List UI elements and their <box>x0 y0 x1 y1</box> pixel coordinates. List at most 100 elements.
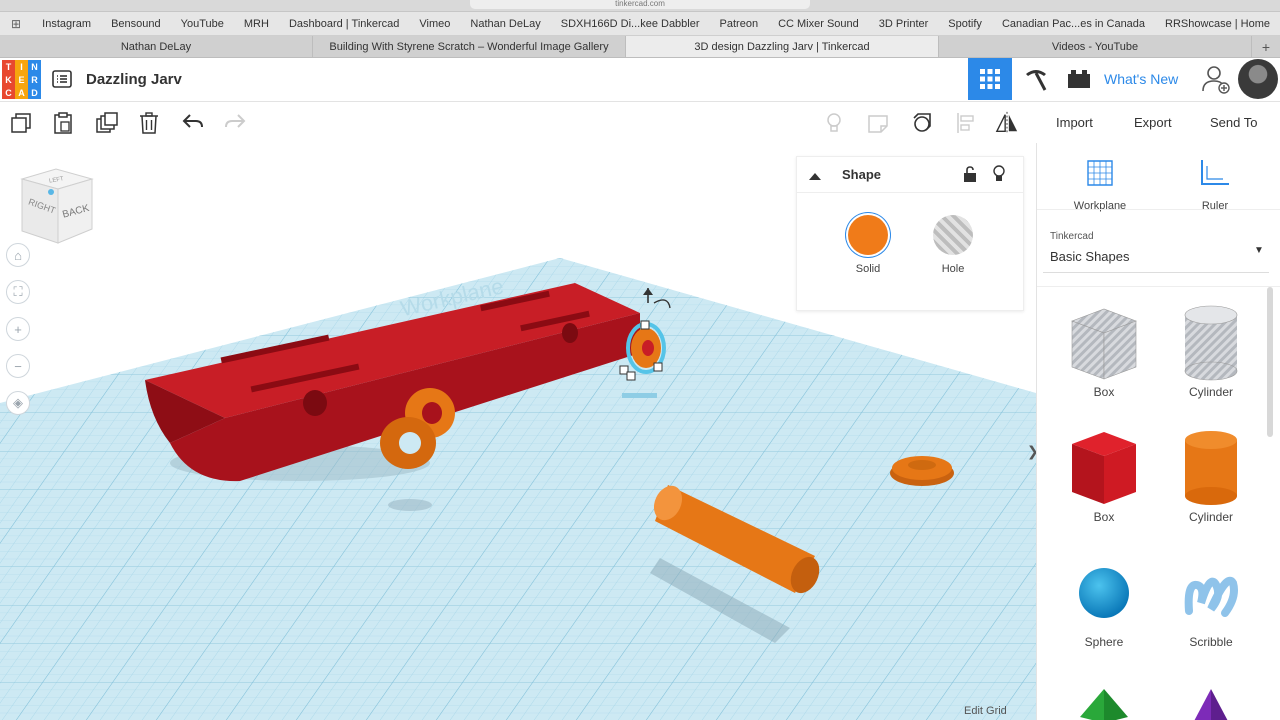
workplane-view-icon[interactable] <box>910 111 934 135</box>
note-icon[interactable] <box>866 111 890 135</box>
design-list-icon[interactable] <box>52 69 72 89</box>
bookmark-dashboard[interactable]: Dashboard | Tinkercad <box>279 18 409 30</box>
bookmark-cc-mixer[interactable]: CC Mixer Sound <box>768 18 869 30</box>
fit-view-icon[interactable]: ⛶ <box>6 280 30 304</box>
grid-icon <box>980 69 1000 89</box>
bookmark-rrshowcase[interactable]: RRShowcase | Home <box>1155 18 1280 30</box>
orange-cylinder-icon <box>1166 428 1256 508</box>
import-button[interactable]: Import <box>1056 115 1093 130</box>
solid-color-swatch[interactable] <box>848 215 888 255</box>
zoom-out-icon[interactable]: − <box>6 354 30 378</box>
align-icon[interactable] <box>954 111 978 135</box>
tab-tinkercad[interactable]: 3D design Dazzling Jarv | Tinkercad <box>626 36 939 57</box>
shape-library-dropdown[interactable]: Tinkercad Basic Shapes ▼ <box>1043 223 1269 273</box>
logo-tile: R <box>28 73 41 86</box>
zoom-in-icon[interactable]: + <box>6 317 30 341</box>
shape-box-hole[interactable]: Box <box>1059 303 1149 399</box>
logo-tile: K <box>2 73 15 86</box>
bookmark-patreon[interactable]: Patreon <box>710 18 769 30</box>
bookmark-mrh[interactable]: MRH <box>234 18 279 30</box>
shape-name: Box <box>1093 385 1115 399</box>
send-to-button[interactable]: Send To <box>1210 115 1257 130</box>
view-cube[interactable]: LEFT RIGHT BACK <box>18 165 96 245</box>
logo-tile: E <box>15 73 28 86</box>
hole-swatch[interactable] <box>933 215 973 255</box>
add-user-icon[interactable] <box>1194 58 1238 100</box>
shape-name: Cylinder <box>1188 385 1233 399</box>
shape-cylinder-hole[interactable]: Cylinder <box>1166 303 1256 399</box>
design-name[interactable]: Dazzling Jarv <box>86 71 182 88</box>
library-name: Basic Shapes <box>1050 249 1130 264</box>
bookmark-3d-printer[interactable]: 3D Printer <box>869 18 939 30</box>
export-button[interactable]: Export <box>1134 115 1172 130</box>
solid-label: Solid <box>855 263 881 275</box>
bookmark-instagram[interactable]: Instagram <box>32 18 101 30</box>
undo-icon[interactable] <box>181 111 205 135</box>
shape-pyramid-purple[interactable] <box>1166 683 1256 720</box>
box-hole-icon <box>1059 303 1149 383</box>
shape-cylinder-solid[interactable]: Cylinder <box>1166 428 1256 524</box>
bookmark-canadian-pac[interactable]: Canadian Pac...es in Canada <box>992 18 1155 30</box>
shape-sphere[interactable]: Sphere <box>1059 553 1149 649</box>
mirror-icon[interactable] <box>995 111 1019 135</box>
collapse-up-icon[interactable] <box>808 168 822 186</box>
workplane-tool[interactable]: Workplane <box>1060 157 1140 212</box>
bookmark-sdxh[interactable]: SDXH166D Di...kee Dabbler <box>551 18 710 30</box>
new-tab-button[interactable]: + <box>1252 36 1280 57</box>
perspective-icon[interactable]: ◈ <box>6 391 30 415</box>
visibility-bulb-icon[interactable] <box>992 165 1006 188</box>
bricks-icon[interactable] <box>1057 58 1101 100</box>
inspector-header: Shape <box>797 157 1023 193</box>
tab-styrene-gallery[interactable]: Building With Styrene Scratch – Wonderfu… <box>313 36 626 57</box>
panel-scrollbar[interactable] <box>1267 287 1273 437</box>
home-view-icon[interactable]: ⌂ <box>6 243 30 267</box>
ruler-label: Ruler <box>1201 200 1229 212</box>
shape-name: Scribble <box>1189 635 1233 649</box>
copy-icon[interactable] <box>9 111 33 135</box>
orange-disc-shape <box>890 456 954 486</box>
scribble-icon <box>1166 553 1256 633</box>
tab-youtube-videos[interactable]: Videos - YouTube <box>939 36 1252 57</box>
shape-inspector: Shape Solid Hole <box>796 156 1024 311</box>
ruler-tool[interactable]: Ruler <box>1175 157 1255 212</box>
tab-nathan-delay[interactable]: Nathan DeLay <box>0 36 313 57</box>
bookmark-bensound[interactable]: Bensound <box>101 18 171 30</box>
tinkercad-logo[interactable]: TINKERCAD <box>2 60 41 99</box>
shape-name: Sphere <box>1084 635 1124 649</box>
delete-icon[interactable] <box>137 111 161 135</box>
url-bar[interactable]: tinkercad.com <box>470 0 810 9</box>
hole-option[interactable]: Hole <box>923 215 983 275</box>
bookmark-nathan-delay[interactable]: Nathan DeLay <box>460 18 550 30</box>
apps-grid-icon[interactable]: ⊞ <box>0 17 32 31</box>
pickaxe-icon[interactable] <box>1014 58 1058 100</box>
redo-icon[interactable] <box>223 111 247 135</box>
hole-label: Hole <box>941 263 965 275</box>
bookmark-vimeo[interactable]: Vimeo <box>409 18 460 30</box>
shape-scribble[interactable]: Scribble <box>1166 553 1256 649</box>
bookmarks-bar: ⊞ Instagram Bensound YouTube MRH Dashboa… <box>0 12 1280 36</box>
logo-tile: T <box>2 60 15 73</box>
sphere-icon <box>1059 553 1149 633</box>
logo-tile: D <box>28 86 41 99</box>
lock-icon[interactable] <box>963 166 977 187</box>
shape-pyramid-green[interactable] <box>1059 683 1149 720</box>
bookmark-spotify[interactable]: Spotify <box>938 18 992 30</box>
duplicate-icon[interactable] <box>95 111 119 135</box>
logo-tile: C <box>2 86 15 99</box>
inspector-title: Shape <box>842 167 882 182</box>
lightbulb-icon[interactable] <box>822 111 846 135</box>
paste-icon[interactable] <box>51 111 75 135</box>
view-controls: ⌂ ⛶ + − ◈ <box>6 243 32 428</box>
whats-new-link[interactable]: What's New <box>1104 71 1178 87</box>
3d-view-button[interactable] <box>968 58 1012 100</box>
ruler-icon <box>1175 157 1255 189</box>
bookmark-youtube[interactable]: YouTube <box>171 18 234 30</box>
logo-tile: N <box>28 60 41 73</box>
library-source: Tinkercad <box>1050 231 1094 242</box>
solid-option[interactable]: Solid <box>838 215 898 275</box>
avatar[interactable] <box>1238 59 1278 99</box>
edit-grid-button[interactable]: Edit Grid <box>964 705 1007 717</box>
panel-collapse-icon[interactable]: ❯ <box>1027 443 1036 460</box>
shape-box-solid[interactable]: Box <box>1059 428 1149 524</box>
red-box-icon <box>1059 428 1149 508</box>
